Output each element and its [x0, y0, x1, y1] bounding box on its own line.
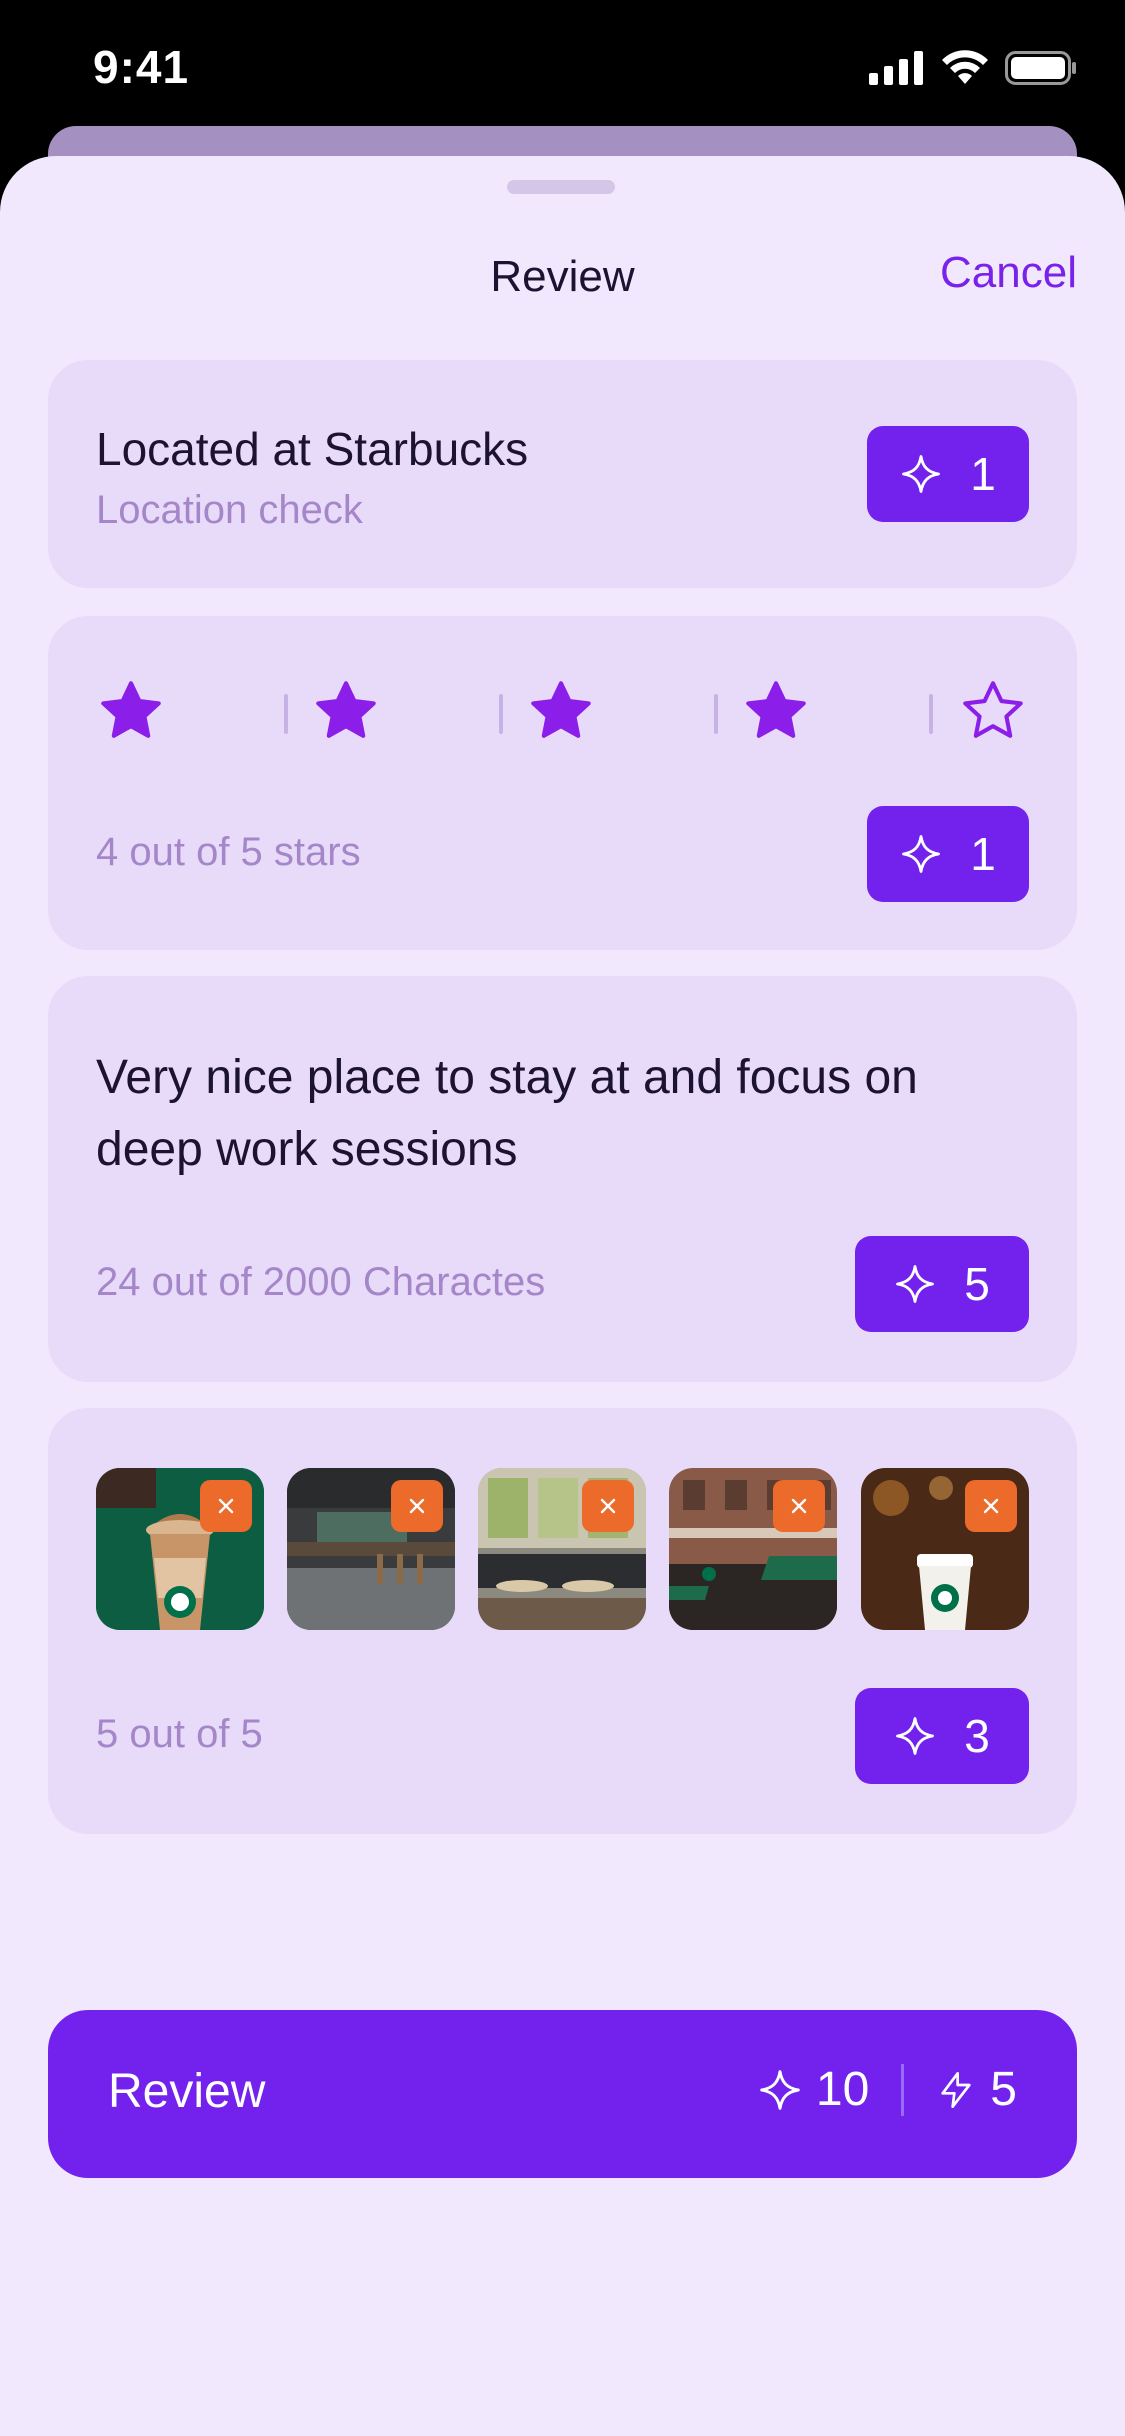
remove-photo-button[interactable] — [773, 1480, 825, 1532]
location-subtitle: Location check — [96, 488, 363, 532]
photo-thumbnail[interactable] — [669, 1468, 837, 1630]
text-points-badge: 5 — [855, 1236, 1029, 1332]
sparkle-icon — [896, 1717, 935, 1755]
remove-photo-button[interactable] — [582, 1480, 634, 1532]
wifi-icon — [942, 50, 988, 84]
sparkle-icon — [902, 835, 941, 873]
submit-review-button[interactable]: Review 10 5 — [48, 2010, 1077, 2178]
star-divider — [284, 694, 288, 734]
location-title: Located at Starbucks — [96, 423, 529, 475]
character-counter: 24 out of 2000 Charactes — [96, 1260, 546, 1304]
points-value: 1 — [970, 828, 996, 880]
star-rating[interactable] — [96, 676, 1029, 750]
star-5-empty-icon[interactable] — [958, 676, 1028, 746]
photo-thumbnail[interactable] — [478, 1468, 646, 1630]
close-icon — [983, 1498, 999, 1514]
sparkle-icon — [896, 1265, 935, 1303]
star-2-filled-icon[interactable] — [311, 676, 381, 746]
photo-thumbnail[interactable] — [287, 1468, 455, 1630]
battery-icon — [1005, 51, 1076, 85]
star-1-filled-icon[interactable] — [96, 676, 166, 746]
points-value: 3 — [964, 1710, 990, 1762]
location-points-badge: 1 — [867, 426, 1029, 522]
star-divider — [499, 694, 503, 734]
sparkle-icon — [902, 455, 941, 493]
lightning-icon — [941, 2071, 971, 2108]
reward-summary: 10 5 — [758, 2062, 1017, 2117]
star-4-filled-icon[interactable] — [741, 676, 811, 746]
star-3-filled-icon[interactable] — [526, 676, 596, 746]
close-icon — [218, 1498, 234, 1514]
sheet-grabber[interactable] — [507, 180, 615, 194]
submit-label: Review — [108, 2065, 266, 2118]
star-divider — [929, 694, 933, 734]
status-bar: 9:41 — [0, 0, 1125, 140]
bolt-points: 5 — [990, 2063, 1017, 2116]
cancel-button[interactable]: Cancel — [940, 248, 1077, 298]
close-icon — [791, 1498, 807, 1514]
points-value: 5 — [964, 1258, 990, 1310]
close-icon — [600, 1498, 616, 1514]
photos-card: 5 out of 5 3 — [48, 1408, 1077, 1834]
cellular-signal-icon — [869, 51, 923, 85]
text-review-card[interactable]: Very nice place to stay at and focus on … — [48, 976, 1077, 1382]
remove-photo-button[interactable] — [391, 1480, 443, 1532]
reward-divider — [901, 2063, 905, 2116]
close-icon — [409, 1498, 425, 1514]
photos-points-badge: 3 — [855, 1688, 1029, 1784]
rating-label: 4 out of 5 stars — [96, 830, 361, 874]
remove-photo-button[interactable] — [965, 1480, 1017, 1532]
remove-photo-button[interactable] — [200, 1480, 252, 1532]
status-time: 9:41 — [93, 41, 190, 93]
points-value: 1 — [970, 448, 996, 500]
review-text[interactable]: Very nice place to stay at and focus on … — [96, 1042, 1036, 1186]
sparkle-points: 10 — [815, 2063, 870, 2116]
location-card: Located at Starbucks Location check 1 — [48, 360, 1077, 588]
star-divider — [714, 694, 718, 734]
photo-counter: 5 out of 5 — [96, 1712, 263, 1756]
photo-thumbnail[interactable] — [861, 1468, 1029, 1630]
photo-thumbnail[interactable] — [96, 1468, 264, 1630]
sparkle-icon — [760, 2069, 800, 2110]
rating-points-badge: 1 — [867, 806, 1029, 902]
system-icons — [869, 50, 1077, 86]
rating-card: 4 out of 5 stars 1 — [48, 616, 1077, 950]
